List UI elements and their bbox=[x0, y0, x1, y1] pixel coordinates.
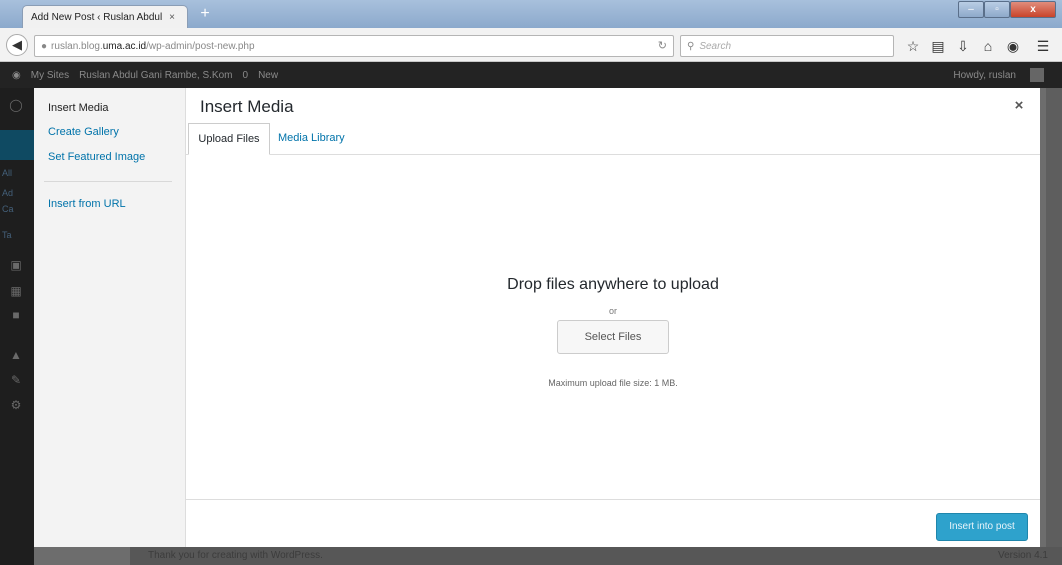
footer-thanks: Thank you for creating with WordPress. bbox=[148, 550, 323, 561]
footer-version: Version 4.1 bbox=[997, 550, 1048, 561]
posts-menu-active bbox=[0, 130, 34, 160]
comments-icon: ■ bbox=[12, 308, 20, 322]
side-menu-text: All bbox=[2, 168, 13, 178]
site-name-link[interactable]: Ruslan Abdul Gani Rambe, S.Kom bbox=[79, 70, 232, 81]
browser-tab[interactable]: Add New Post ‹ Ruslan Abdul ... × bbox=[22, 5, 188, 28]
avatar bbox=[1030, 68, 1044, 82]
menu-insert-media[interactable]: Insert Media bbox=[48, 102, 109, 114]
pocket-icon[interactable]: ◉ bbox=[1004, 37, 1022, 55]
menu-icon[interactable]: ☰ bbox=[1034, 37, 1052, 55]
drop-instructions: Drop files anywhere to upload bbox=[507, 276, 719, 293]
window-maximize-button[interactable]: ▫ bbox=[984, 1, 1010, 18]
back-arrow-icon[interactable]: ◀ bbox=[6, 34, 28, 56]
tab-upload-files[interactable]: Upload Files bbox=[188, 123, 270, 155]
side-menu-text: Ta bbox=[2, 230, 12, 240]
url-domain: uma.ac.id bbox=[102, 40, 147, 52]
settings-icon: ⚙ bbox=[10, 398, 22, 412]
insert-media-modal: Insert Media Create Gallery Set Featured… bbox=[34, 88, 1040, 547]
new-content-link[interactable]: New bbox=[258, 70, 278, 81]
howdy-text: Howdy, ruslan bbox=[953, 69, 1016, 81]
close-icon[interactable]: × bbox=[1010, 97, 1028, 115]
max-upload-size: Maximum upload file size: 1 MB. bbox=[548, 378, 678, 388]
dashboard-icon: ◯ bbox=[9, 98, 23, 112]
wordpress-logo-icon[interactable]: ◉ bbox=[12, 70, 21, 81]
pages-icon: ▦ bbox=[10, 284, 22, 298]
home-icon[interactable]: ⌂ bbox=[979, 37, 997, 55]
browser-titlebar: Add New Post ‹ Ruslan Abdul ... × + ‒ ▫ … bbox=[0, 0, 1062, 28]
download-icon[interactable]: ⇩ bbox=[954, 37, 972, 55]
url-path: /wp-admin/post-new.php bbox=[146, 40, 255, 52]
site-identity-icon[interactable]: ● bbox=[41, 41, 47, 52]
tab-title: Add New Post ‹ Ruslan Abdul ... bbox=[31, 11, 165, 23]
select-files-button[interactable]: Select Files bbox=[557, 320, 669, 354]
star-icon[interactable]: ☆ bbox=[904, 37, 922, 55]
reading-list-icon[interactable]: ▤ bbox=[929, 37, 947, 55]
insert-into-post-button[interactable]: Insert into post bbox=[936, 513, 1028, 541]
side-menu-text: Ca bbox=[2, 204, 14, 214]
menu-create-gallery[interactable]: Create Gallery bbox=[48, 126, 119, 138]
media-toolbar: Insert into post bbox=[186, 499, 1040, 547]
wp-admin-bar: ◉ My Sites Ruslan Abdul Gani Rambe, S.Ko… bbox=[0, 62, 1062, 88]
side-menu-text: Ad bbox=[2, 188, 14, 198]
howdy-menu[interactable]: Howdy, ruslan bbox=[953, 62, 1054, 88]
reload-icon[interactable]: ↻ bbox=[658, 39, 667, 52]
tab-media-library[interactable]: Media Library bbox=[272, 123, 351, 155]
window-close-button[interactable]: x bbox=[1010, 1, 1056, 18]
media-icon: ▣ bbox=[10, 258, 22, 272]
wp-side-menu: ◯ All Ad Ca Ta ▣ ▦ ■ ▲ ✎ ⚙ bbox=[0, 88, 34, 565]
url-host: ruslan.blog. bbox=[51, 40, 103, 52]
wp-footer: Thank you for creating with WordPress. V… bbox=[130, 547, 1062, 565]
new-tab-button[interactable]: + bbox=[196, 6, 214, 24]
menu-divider bbox=[44, 181, 172, 182]
or-separator: or bbox=[608, 306, 617, 316]
url-bar[interactable]: ● ruslan.blog. uma.ac.id/wp-admin/post-ne… bbox=[34, 35, 674, 57]
tab-close-icon[interactable]: × bbox=[165, 12, 179, 23]
search-icon: ⚲ bbox=[687, 40, 695, 52]
browser-navbar: ◀ ● ruslan.blog. uma.ac.id/wp-admin/post-… bbox=[0, 28, 1062, 62]
upload-drop-zone[interactable]: Drop files anywhere to upload or Select … bbox=[186, 156, 1040, 498]
menu-insert-from-url[interactable]: Insert from URL bbox=[48, 198, 126, 210]
window-minimize-button[interactable]: ‒ bbox=[958, 1, 984, 18]
search-placeholder: Search bbox=[699, 40, 732, 52]
my-sites-link[interactable]: My Sites bbox=[31, 70, 69, 81]
media-router: Upload Files Media Library bbox=[186, 123, 1040, 155]
media-frame-menu: Insert Media Create Gallery Set Featured… bbox=[34, 88, 186, 547]
menu-set-featured-image[interactable]: Set Featured Image bbox=[48, 151, 145, 163]
modal-title: Insert Media bbox=[200, 97, 294, 116]
page-scrollbar[interactable] bbox=[1046, 88, 1062, 547]
comments-count[interactable]: 0 bbox=[243, 70, 249, 81]
tools-icon: ✎ bbox=[10, 373, 22, 387]
users-icon: ▲ bbox=[10, 348, 22, 362]
search-input[interactable]: ⚲ Search bbox=[680, 35, 894, 57]
